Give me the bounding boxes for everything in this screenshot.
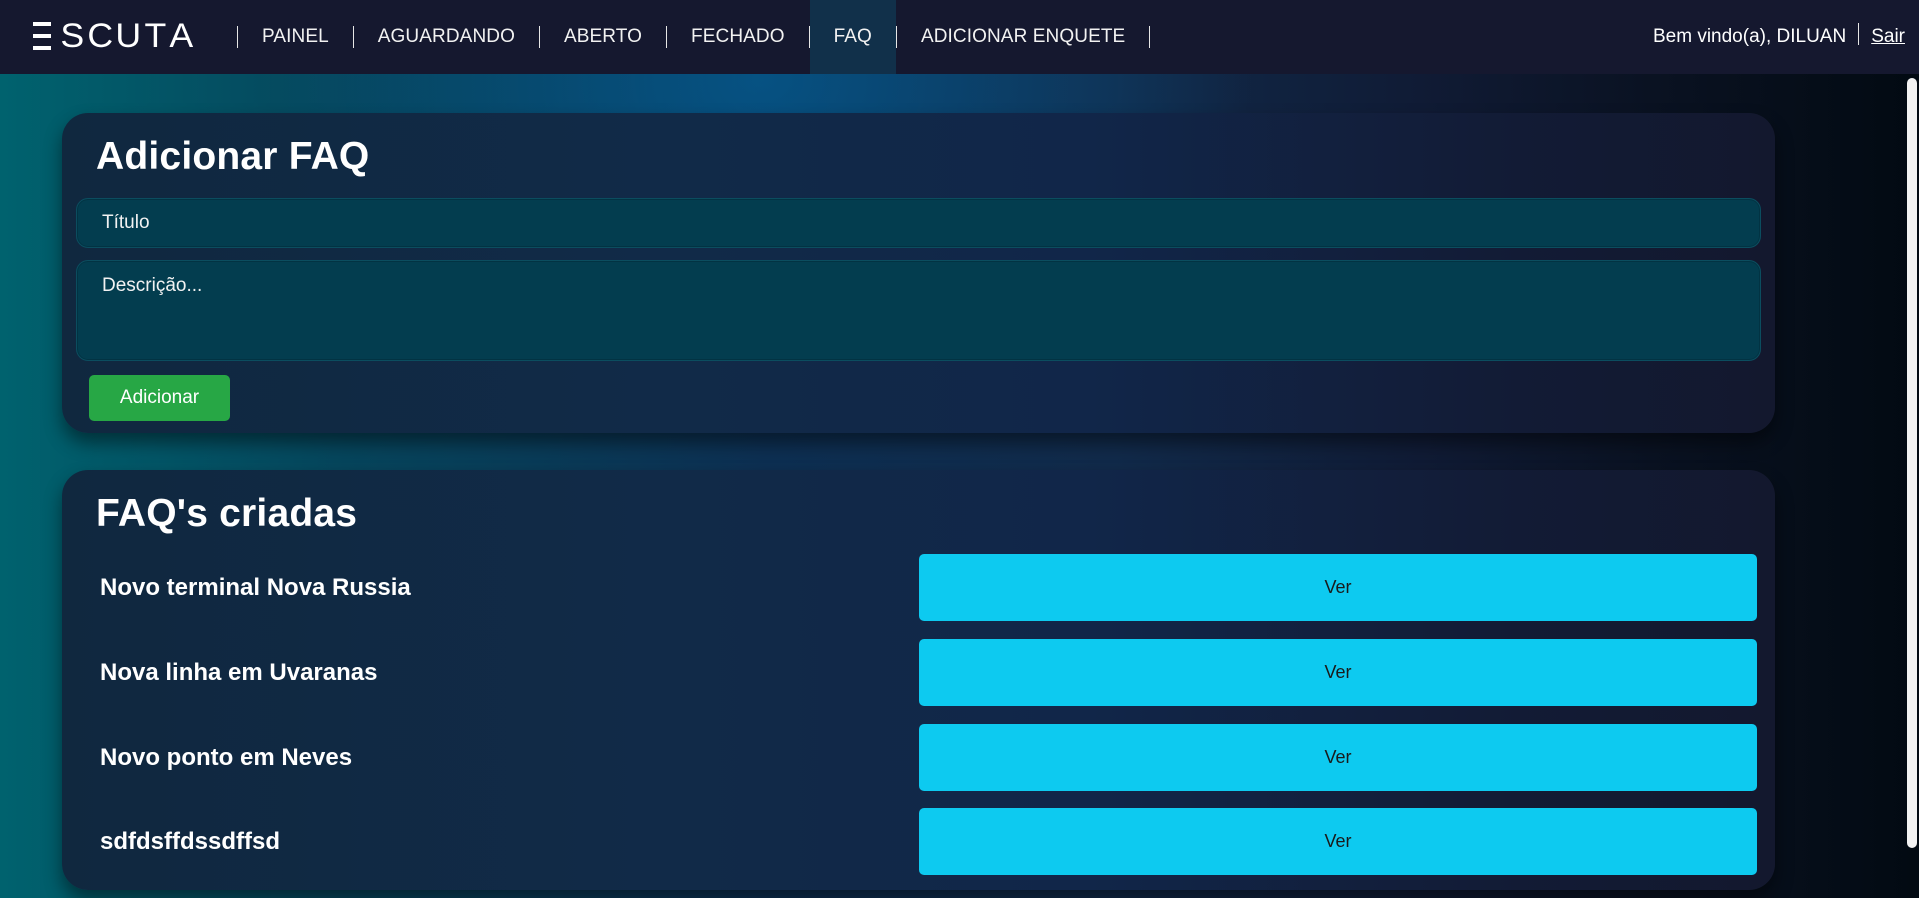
- faq-description-input[interactable]: [76, 260, 1761, 361]
- brand-letter: C: [87, 17, 113, 55]
- nav-item-aberto[interactable]: ABERTO: [540, 0, 666, 74]
- add-faq-heading: Adicionar FAQ: [96, 135, 370, 178]
- scrollbar-thumb[interactable]: [1907, 78, 1917, 848]
- faq-item-title: Nova linha em Uvaranas: [100, 658, 378, 686]
- nav-item-faq[interactable]: FAQ: [809, 0, 896, 74]
- view-faq-button[interactable]: Ver: [919, 554, 1757, 621]
- nav-item-aguardando[interactable]: AGUARDANDO: [354, 0, 539, 74]
- top-navbar: S C U T A PAINEL AGUARDANDO ABERTO FECHA…: [0, 0, 1919, 74]
- brand-letter: S: [60, 17, 85, 55]
- faq-list-item: Novo terminal Nova Russia Ver: [62, 554, 1775, 621]
- faq-list-item: Nova linha em Uvaranas Ver: [62, 639, 1775, 706]
- faq-item-title: Novo ponto em Neves: [100, 743, 353, 771]
- brand-e-glyph: [33, 22, 51, 50]
- view-faq-button[interactable]: Ver: [919, 808, 1757, 875]
- nav-divider: [1149, 26, 1151, 48]
- add-faq-button[interactable]: Adicionar: [89, 375, 230, 421]
- nav-item-fechado[interactable]: FECHADO: [667, 0, 809, 74]
- brand-logo[interactable]: S C U T A: [33, 17, 193, 55]
- view-faq-button[interactable]: Ver: [919, 639, 1757, 706]
- main-nav: PAINEL AGUARDANDO ABERTO FECHADO FAQ ADI…: [237, 0, 1151, 74]
- faq-list-card: FAQ's criadas Novo terminal Nova Russia …: [62, 470, 1775, 890]
- faq-list-heading: FAQ's criadas: [96, 492, 358, 535]
- welcome-message: Bem vindo(a), DILUAN: [1652, 26, 1847, 47]
- add-faq-card: Adicionar FAQ Adicionar: [62, 113, 1775, 433]
- user-area: Bem vindo(a), DILUAN Sair: [1653, 0, 1905, 74]
- page-scrollbar[interactable]: [1905, 74, 1919, 898]
- user-divider: [1858, 23, 1860, 45]
- faq-title-input[interactable]: [76, 198, 1761, 248]
- view-faq-button[interactable]: Ver: [919, 724, 1757, 791]
- nav-item-painel[interactable]: PAINEL: [238, 0, 353, 74]
- nav-item-adicionar-enquete[interactable]: ADICIONAR ENQUETE: [897, 0, 1149, 74]
- brand-letter: A: [169, 17, 193, 55]
- faq-list-item: Novo ponto em Neves Ver: [62, 724, 1775, 791]
- faq-list-item: sdfdsffdssdffsd Ver: [62, 808, 1775, 875]
- brand-letter: U: [115, 17, 142, 55]
- faq-item-title: sdfdsffdssdffsd: [100, 827, 280, 855]
- brand-letter: T: [144, 17, 167, 55]
- faq-item-title: Novo terminal Nova Russia: [100, 573, 411, 601]
- logout-link[interactable]: Sair: [1871, 26, 1905, 48]
